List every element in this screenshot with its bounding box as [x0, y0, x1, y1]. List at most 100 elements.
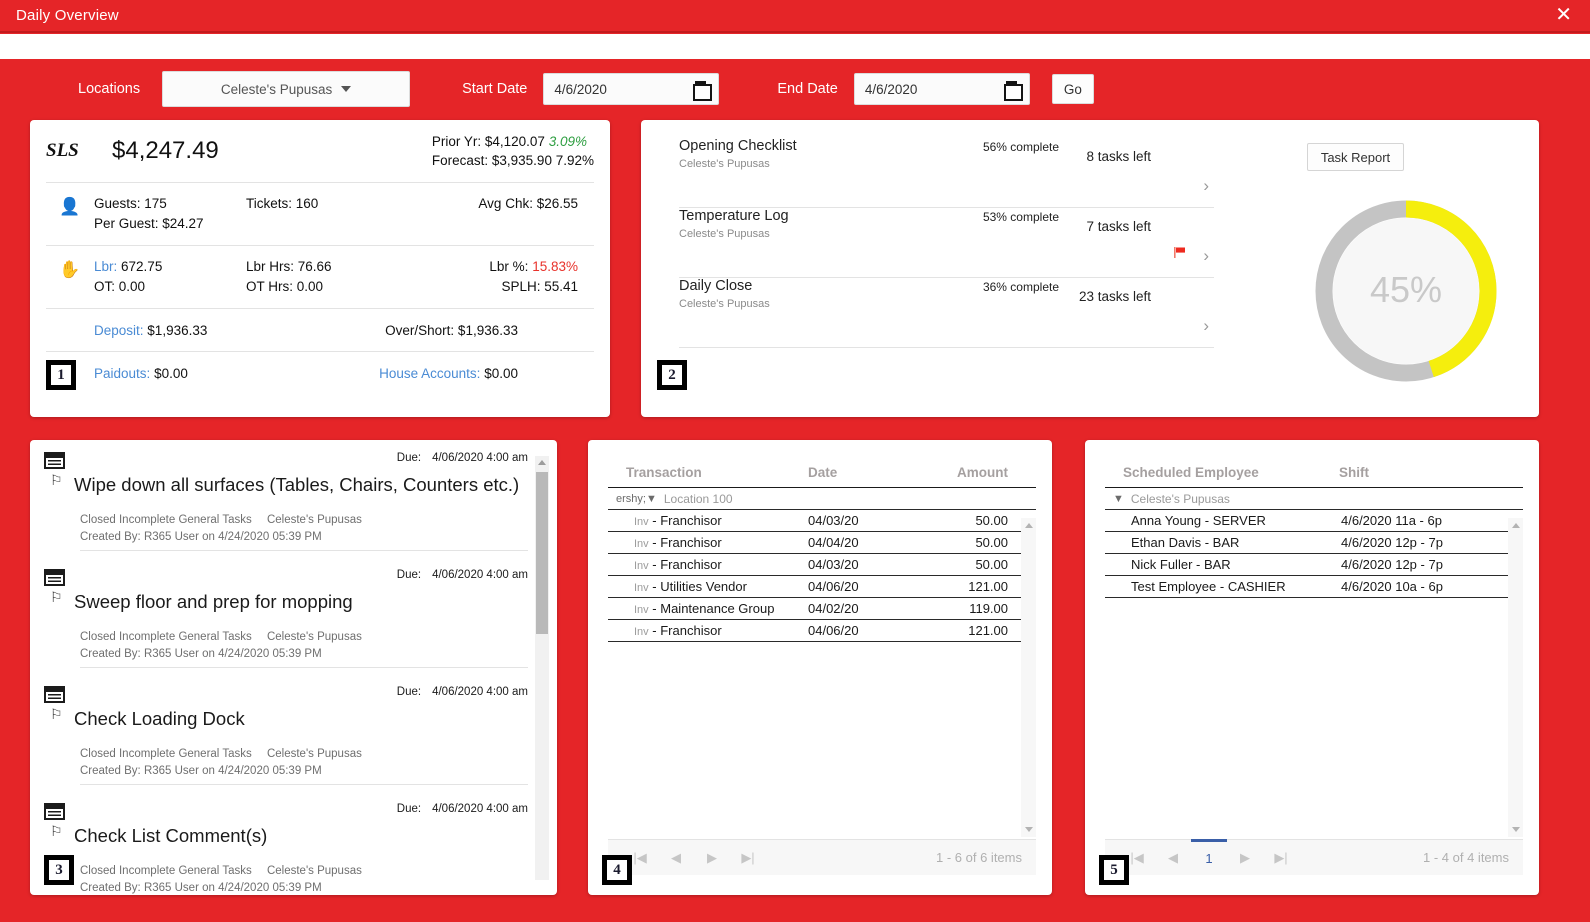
scrollbar-thumb[interactable] — [536, 472, 548, 634]
location-select[interactable]: Celeste's Pupusas — [162, 71, 411, 107]
table-row[interactable]: Inv - Franchisor 04/06/20 121.00 — [608, 620, 1036, 642]
scroll-up-icon[interactable] — [538, 460, 546, 465]
task-item[interactable]: Due: 4/06/2020 4:00 am ⚐ Check Loading Do… — [30, 674, 542, 791]
table-row[interactable]: Inv - Utilities Vendor 04/06/20 121.00 — [608, 576, 1036, 598]
paidouts-label[interactable]: Paidouts: — [94, 366, 150, 381]
calendar-icon[interactable] — [693, 81, 713, 101]
task-created: Created By: R365 User on 4/24/2020 05:39… — [80, 648, 528, 660]
column-header-transaction[interactable]: Transaction — [626, 465, 808, 480]
column-header-amount[interactable]: Amount — [914, 465, 1008, 480]
overtime-value: OT: 0.00 — [94, 279, 146, 294]
transaction-name: Inv - Maintenance Group — [634, 601, 775, 616]
prior-yr-label: Prior Yr: — [431, 134, 482, 149]
pager-last-button[interactable]: ▶| — [1263, 850, 1299, 866]
scroll-down-icon[interactable] — [1025, 827, 1033, 832]
task-meta: Closed Incomplete General Tasks Celeste'… — [80, 865, 528, 877]
employee-shift: 4/6/2020 11a - 6p — [1341, 513, 1442, 528]
column-header-shift[interactable]: Shift — [1339, 465, 1449, 480]
panel-badge-4: 4 — [602, 855, 632, 885]
task-report-button[interactable]: Task Report — [1307, 143, 1404, 171]
tasks-panel: Due: 4/06/2020 4:00 am ⚐ Wipe down all su… — [30, 440, 557, 895]
transaction-name: Inv - Franchisor — [634, 513, 722, 528]
labor-column: Lbr: 672.75 OT: 0.00 — [94, 257, 246, 297]
scroll-down-icon[interactable] — [1512, 827, 1520, 832]
per-guest-value: Per Guest: $24.27 — [94, 216, 204, 231]
task-created: Created By: R365 User on 4/24/2020 05:39… — [80, 765, 528, 777]
scroll-up-icon[interactable] — [1025, 523, 1033, 528]
start-date-input[interactable]: 4/6/2020 — [543, 73, 720, 105]
transactions-panel: Transaction Date Amount ershy;▼ Location… — [588, 440, 1052, 895]
table-row[interactable]: Inv - Maintenance Group 04/02/20 119.00 — [608, 598, 1036, 620]
labor-label[interactable]: Lbr: — [94, 259, 117, 274]
task-title[interactable]: Wipe down all surfaces (Tables, Chairs, … — [74, 472, 519, 498]
tasks-scrollbar[interactable] — [535, 456, 549, 880]
task-title[interactable]: Sweep floor and prep for mopping — [74, 589, 353, 615]
table-row[interactable]: Test Employee - CASHIER 4/6/2020 10a - 6p — [1105, 576, 1523, 598]
transactions-scrollbar[interactable] — [1021, 518, 1036, 837]
chevron-right-icon[interactable]: › — [1203, 176, 1209, 196]
task-title[interactable]: Check Loading Dock — [74, 706, 245, 732]
created-by-label: Created By: — [80, 765, 141, 777]
task-category: Closed Incomplete General Tasks — [80, 748, 252, 760]
table-row[interactable]: Nick Fuller - BAR 4/6/2020 12p - 7p — [1105, 554, 1523, 576]
sales-summary-panel: SLS $4,247.49 Prior Yr: $4,120.07 3.09% … — [30, 120, 610, 417]
table-row[interactable]: Anna Young - SERVER 4/6/2020 11a - 6p — [1105, 510, 1523, 532]
table-row[interactable]: Inv - Franchisor 04/03/20 50.00 — [608, 510, 1036, 532]
table-row[interactable]: Ethan Davis - BAR 4/6/2020 12p - 7p — [1105, 532, 1523, 554]
pager-last-button[interactable]: ▶| — [730, 850, 766, 866]
end-date-value: 4/6/2020 — [864, 81, 918, 97]
divider — [80, 784, 528, 785]
created-by-value: R365 User on 4/24/2020 05:39 PM — [143, 531, 322, 543]
employee-name: Anna Young - SERVER — [1131, 513, 1266, 528]
sales-comparison: Prior Yr: $4,120.07 3.09% Forecast: $3,9… — [432, 132, 594, 170]
table-row[interactable]: Inv - Franchisor 04/04/20 50.00 — [608, 532, 1036, 554]
scroll-up-icon[interactable] — [1512, 523, 1520, 528]
pager-page-1[interactable]: 1 — [1191, 839, 1227, 875]
guests-column: Guests: 175 Per Guest: $24.27 — [94, 194, 246, 234]
created-by-label: Created By: — [80, 648, 141, 660]
column-header-date[interactable]: Date — [808, 465, 914, 480]
checklist-item[interactable]: Opening Checklist Celeste's Pupusas 56% … — [679, 138, 1221, 207]
pager-prev-button[interactable]: ◀ — [1155, 850, 1191, 866]
transaction-type: Inv — [634, 582, 649, 594]
schedule-scrollbar[interactable] — [1508, 518, 1523, 837]
chevron-right-icon[interactable]: › — [1203, 316, 1209, 336]
pager-next-button[interactable]: ▶ — [1227, 850, 1263, 866]
pager-next-button[interactable]: ▶ — [694, 850, 730, 866]
task-due: Due: 4/06/2020 4:00 am — [397, 569, 528, 586]
group-row[interactable]: ▼ Celeste's Pupusas — [1105, 488, 1523, 510]
task-created: Created By: R365 User on 4/24/2020 05:39… — [80, 531, 528, 543]
labor-row: ✋ Lbr: 672.75 OT: 0.00 Lbr Hrs: 76.66 OT… — [30, 246, 610, 308]
task-item[interactable]: Due: 4/06/2020 4:00 am ⚐ Wipe down all su… — [30, 440, 542, 557]
forecast-label: Forecast: — [431, 153, 489, 168]
hand-icon: ✋ — [59, 260, 81, 279]
transaction-name: Inv - Franchisor — [634, 623, 722, 638]
chevron-down-icon[interactable]: ▼ — [1113, 493, 1124, 505]
chevron-down-icon[interactable]: ershy;▼ — [616, 493, 657, 505]
task-due-value: 4/06/2020 4:00 am — [432, 803, 528, 815]
table-row[interactable]: Inv - Franchisor 04/03/20 50.00 — [608, 554, 1036, 576]
task-item[interactable]: Due: 4/06/2020 4:00 am ⚐ Sweep floor and … — [30, 557, 542, 674]
house-accounts-label[interactable]: House Accounts: — [379, 366, 480, 381]
chevron-right-icon[interactable]: › — [1203, 246, 1209, 266]
forecast-value: $3,935.90 — [491, 153, 552, 168]
checklist-item[interactable]: Daily Close Celeste's Pupusas 36% comple… — [679, 278, 1221, 347]
calendar-icon[interactable] — [1003, 81, 1023, 101]
transaction-date: 04/06/20 — [808, 579, 859, 594]
labor-percent-value: 15.83% — [532, 259, 578, 274]
sls-label: SLS — [46, 140, 79, 161]
transaction-type: Inv — [634, 626, 649, 638]
checklist-item[interactable]: Temperature Log Celeste's Pupusas 53% co… — [679, 208, 1221, 277]
pager-prev-button[interactable]: ◀ — [658, 850, 694, 866]
task-title[interactable]: Check List Comment(s) — [74, 823, 267, 849]
close-icon[interactable]: ✕ — [1555, 5, 1572, 25]
task-created: Created By: R365 User on 4/24/2020 05:39… — [80, 882, 528, 894]
end-date-input[interactable]: 4/6/2020 — [853, 73, 1030, 105]
deposit-label[interactable]: Deposit: — [94, 323, 144, 338]
group-row[interactable]: ershy;▼ Location 100 — [608, 488, 1036, 510]
go-button[interactable]: Go — [1051, 74, 1094, 104]
column-header-scheduled-employee[interactable]: Scheduled Employee — [1123, 465, 1339, 480]
locations-label: Locations — [78, 81, 141, 97]
panel-badge-5: 5 — [1099, 855, 1129, 885]
task-item[interactable]: Due: 4/06/2020 4:00 am ⚐ Check List Comme… — [30, 791, 542, 895]
